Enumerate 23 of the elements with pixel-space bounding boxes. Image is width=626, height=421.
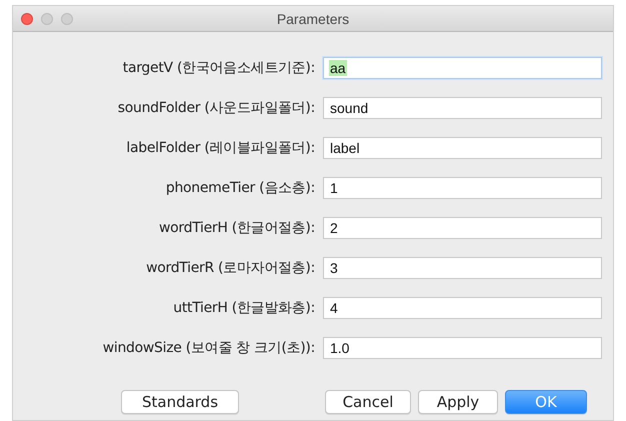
dialog-button[interactable]: Cancel — [325, 390, 411, 414]
window-title: Parameters — [276, 10, 350, 26]
field-label: wordTierR (로마자어절층): — [145, 259, 316, 277]
dialog-button[interactable]: Standards — [121, 390, 239, 414]
close-icon[interactable] — [21, 12, 33, 24]
input-field[interactable]: 4 — [323, 297, 602, 319]
minimize-icon[interactable] — [41, 12, 53, 24]
input-field[interactable]: 3 — [323, 257, 602, 279]
input-field[interactable]: label — [323, 137, 602, 159]
field-label: windowSize (보여줄 창 크기(초)): — [102, 339, 316, 357]
input-field[interactable]: aa — [323, 57, 602, 79]
input-field[interactable]: sound — [323, 97, 602, 119]
field-label: targetV (한국어음소세트기준): — [122, 59, 316, 77]
input-field[interactable]: 1 — [323, 177, 602, 199]
input-field[interactable]: 1.0 — [323, 337, 602, 359]
field-label: soundFolder (사운드파일폴더): — [116, 99, 316, 117]
dialog-button[interactable]: Apply — [418, 390, 498, 414]
zoom-icon[interactable] — [61, 12, 73, 24]
field-label: uttTierH (한글발화층): — [172, 299, 316, 317]
input-field[interactable]: 2 — [323, 217, 602, 239]
field-label: wordTierH (한글어절층): — [158, 219, 316, 237]
field-label: phonemeTier (음소층): — [164, 179, 316, 197]
field-label: labelFolder (레이블파일폴더): — [125, 139, 316, 157]
